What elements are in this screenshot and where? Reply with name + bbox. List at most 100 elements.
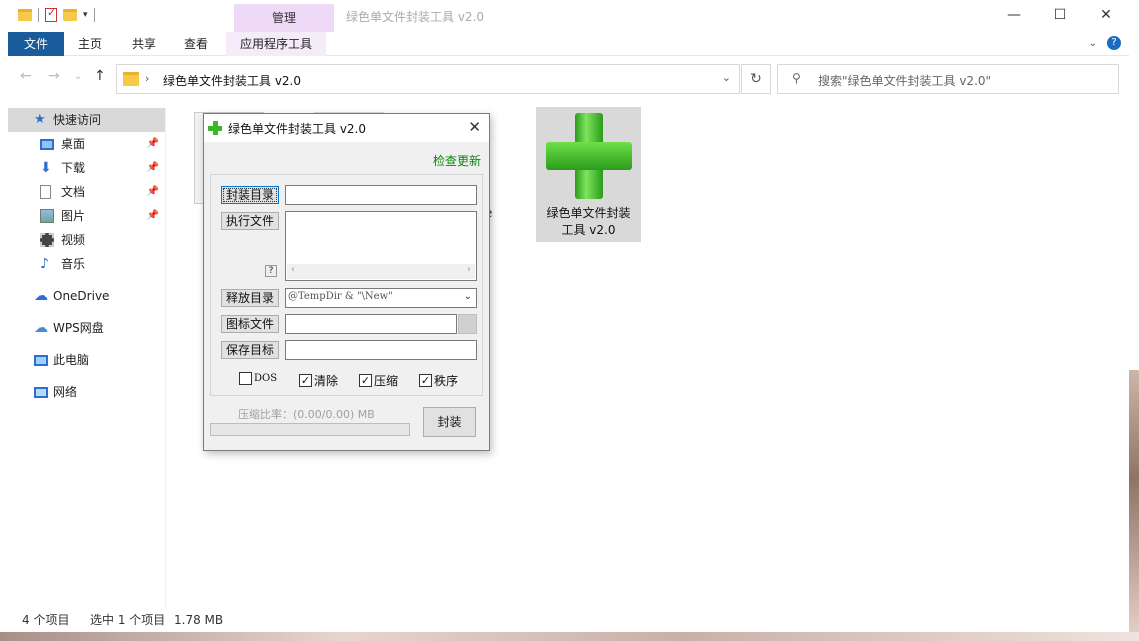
search-input[interactable]: ⚲ 搜索"绿色单文件封装工具 v2.0" bbox=[777, 64, 1119, 94]
option-compress[interactable]: ✓ 压缩 bbox=[359, 372, 398, 389]
exec-file-list[interactable]: ‹ › bbox=[285, 211, 477, 281]
chevron-down-icon[interactable]: ▾ bbox=[83, 10, 88, 20]
sidebar-item-downloads[interactable]: ⬇ 下载 📌 bbox=[8, 156, 165, 180]
selection-size: 1.78 MB bbox=[174, 613, 224, 627]
exec-file-button[interactable]: 执行文件 bbox=[221, 212, 279, 230]
tab-home[interactable]: 主页 bbox=[68, 32, 112, 56]
checkbox-checked[interactable]: ✓ bbox=[419, 374, 432, 387]
checkbox[interactable] bbox=[239, 372, 252, 385]
chevron-right-icon[interactable]: › bbox=[145, 72, 149, 85]
forward-icon[interactable]: → bbox=[48, 68, 60, 84]
computer-icon bbox=[34, 355, 48, 366]
tab-file[interactable]: 文件 bbox=[8, 32, 64, 56]
chevron-down-icon[interactable]: ⌄ bbox=[722, 71, 731, 84]
quick-access-toolbar: ▾ bbox=[18, 6, 95, 22]
properties-icon[interactable] bbox=[45, 6, 57, 22]
sidebar-item-this-pc[interactable]: 此电脑 bbox=[8, 348, 165, 372]
document-icon bbox=[40, 185, 51, 199]
icon-preview bbox=[458, 314, 477, 334]
save-target-field[interactable] bbox=[285, 340, 477, 360]
pin-icon: 📌 bbox=[146, 210, 159, 221]
help-icon[interactable]: ? bbox=[1107, 36, 1121, 50]
expand-ribbon-icon[interactable]: ⌄ bbox=[1089, 38, 1097, 49]
recent-chevron-icon[interactable]: ⌄ bbox=[74, 71, 82, 82]
checkbox-checked[interactable]: ✓ bbox=[359, 374, 372, 387]
icon-file-button[interactable]: 图标文件 bbox=[221, 315, 279, 333]
video-icon bbox=[40, 233, 54, 247]
release-dir-button[interactable]: 释放目录 bbox=[221, 289, 279, 307]
sidebar-item-label: 音乐 bbox=[61, 257, 86, 271]
desktop-icon bbox=[40, 139, 54, 150]
tab-view[interactable]: 查看 bbox=[174, 32, 218, 56]
file-name: 绿色单文件封装 工具 v2.0 bbox=[546, 206, 631, 237]
network-icon bbox=[34, 387, 48, 398]
option-dos[interactable]: DOS bbox=[239, 372, 277, 385]
sidebar-item-label: 视频 bbox=[61, 233, 86, 247]
address-bar[interactable]: › 绿色单文件封装工具 v2.0 ⌄ bbox=[116, 64, 740, 94]
pin-icon: 📌 bbox=[146, 138, 159, 149]
refresh-icon[interactable]: ↻ bbox=[741, 64, 771, 94]
up-icon[interactable]: ↑ bbox=[94, 68, 106, 84]
item-count: 4 个项目 bbox=[22, 613, 70, 627]
maximize-icon[interactable]: ☐ bbox=[1037, 0, 1083, 30]
horizontal-scrollbar[interactable]: ‹ › bbox=[287, 264, 475, 279]
chevron-down-icon[interactable]: ⌄ bbox=[464, 289, 472, 305]
file-item-selected[interactable]: 绿色单文件封装 工具 v2.0 bbox=[536, 107, 641, 242]
picture-icon bbox=[40, 209, 54, 223]
release-dir-select[interactable]: @TempDir & "\New" ⌄ bbox=[285, 288, 477, 308]
scroll-left-icon[interactable]: ‹ bbox=[291, 264, 295, 275]
desktop-background bbox=[0, 632, 1139, 641]
compression-ratio: 压缩比率：(0.00/0.00) MB bbox=[238, 408, 375, 421]
option-clear[interactable]: ✓ 清除 bbox=[299, 372, 338, 389]
sidebar-item-music[interactable]: ♪ 音乐 bbox=[8, 252, 165, 276]
minimize-icon[interactable]: — bbox=[991, 0, 1037, 30]
selection-count: 选中 1 个项目 bbox=[90, 613, 166, 627]
tab-share[interactable]: 共享 bbox=[122, 32, 166, 56]
search-placeholder: 搜索"绿色单文件封装工具 v2.0" bbox=[818, 74, 992, 88]
sidebar-item-label: 下载 bbox=[61, 161, 86, 175]
dialog-title-bar: 绿色单文件封装工具 v2.0 ✕ bbox=[204, 114, 489, 142]
icon-file-field[interactable] bbox=[285, 314, 457, 334]
sidebar-item-videos[interactable]: 视频 bbox=[8, 228, 165, 252]
sidebar-item-label: 快速访问 bbox=[53, 113, 102, 127]
background-photo bbox=[1129, 370, 1139, 641]
divider bbox=[38, 8, 39, 22]
pack-dir-button[interactable]: 封装目录 bbox=[221, 186, 279, 204]
pin-icon: 📌 bbox=[146, 162, 159, 173]
address-bar-row: ← → ⌄ ↑ › 绿色单文件封装工具 v2.0 ⌄ ↻ ⚲ 搜索"绿色单文件封… bbox=[8, 56, 1129, 100]
option-order[interactable]: ✓ 秩序 bbox=[419, 372, 458, 389]
dialog-title: 绿色单文件封装工具 v2.0 bbox=[228, 122, 367, 136]
title-bar: ▾ 管理 绿色单文件封装工具 v2.0 — ☐ ✕ bbox=[8, 0, 1129, 32]
navigation-pane: ★ 快速访问 桌面 📌 ⬇ 下载 📌 文档 📌 图片 📌 视频 ♪ 音乐 ☁ O… bbox=[8, 108, 166, 608]
context-group-label: 管理 bbox=[234, 4, 334, 32]
settings-group: 封装目录 执行文件 ‹ › ? 释放目录 @TempDir & "\New" ⌄… bbox=[210, 174, 483, 396]
check-update-link[interactable]: 检查更新 bbox=[433, 152, 481, 169]
sidebar-item-onedrive[interactable]: ☁ OneDrive bbox=[8, 284, 165, 308]
back-icon[interactable]: ← bbox=[20, 68, 32, 84]
sidebar-item-documents[interactable]: 文档 📌 bbox=[8, 180, 165, 204]
close-icon[interactable]: ✕ bbox=[1083, 0, 1129, 30]
sidebar-item-quick-access[interactable]: ★ 快速访问 bbox=[8, 108, 165, 132]
sidebar-item-desktop[interactable]: 桌面 📌 bbox=[8, 132, 165, 156]
star-icon: ★ bbox=[34, 112, 46, 127]
help-button[interactable]: ? bbox=[265, 265, 277, 277]
music-icon: ♪ bbox=[40, 256, 49, 272]
sidebar-item-label: 图片 bbox=[61, 209, 86, 223]
close-icon[interactable]: ✕ bbox=[468, 118, 481, 136]
scroll-right-icon[interactable]: › bbox=[467, 264, 471, 275]
sidebar-item-label: 此电脑 bbox=[53, 353, 90, 367]
sidebar-item-wps-drive[interactable]: ☁ WPS网盘 bbox=[8, 316, 165, 340]
new-folder-icon[interactable] bbox=[63, 9, 77, 21]
sidebar-item-label: WPS网盘 bbox=[53, 321, 104, 335]
tab-app-tools[interactable]: 应用程序工具 bbox=[226, 32, 326, 56]
pack-dir-field[interactable] bbox=[285, 185, 477, 205]
save-target-button[interactable]: 保存目标 bbox=[221, 341, 279, 359]
pack-button[interactable]: 封装 bbox=[423, 407, 476, 437]
sidebar-item-pictures[interactable]: 图片 📌 bbox=[8, 204, 165, 228]
sidebar-item-label: 桌面 bbox=[61, 137, 86, 151]
sidebar-item-network[interactable]: 网络 bbox=[8, 380, 165, 404]
cloud-drive-icon: ☁ bbox=[34, 320, 48, 336]
checkbox-checked[interactable]: ✓ bbox=[299, 374, 312, 387]
divider bbox=[93, 8, 95, 22]
address-path[interactable]: 绿色单文件封装工具 v2.0 bbox=[163, 72, 301, 89]
